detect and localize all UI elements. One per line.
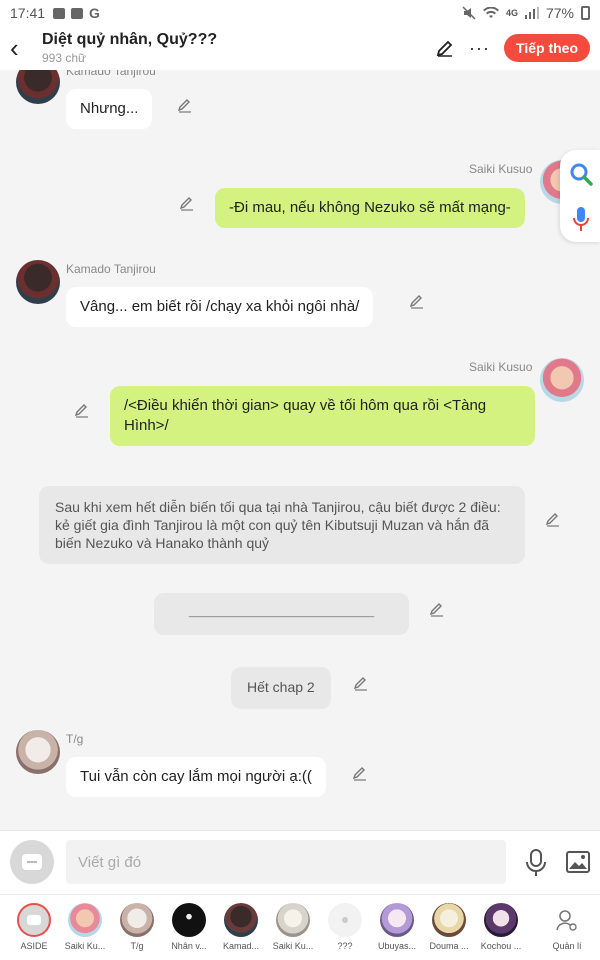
speaker-name: T/g: [66, 732, 84, 746]
signal-icon: [524, 7, 539, 19]
edit-message-icon[interactable]: [73, 401, 91, 419]
battery-percent: 77%: [545, 5, 574, 21]
character-name: Douma ...: [429, 941, 469, 951]
gallery-icon: [53, 7, 66, 19]
manage-characters-button[interactable]: Quản lí: [544, 903, 590, 951]
image-icon[interactable]: [566, 851, 590, 873]
chat-area[interactable]: Kamado Tanjirou Nhưng... Saiki Kusuo -Đi…: [0, 70, 600, 830]
character-item[interactable]: Saiki Ku...: [62, 903, 108, 951]
character-item[interactable]: Ubuyas...: [374, 903, 420, 951]
network-type: 4G: [505, 8, 518, 18]
character-name: Quản lí: [552, 941, 582, 951]
avatar[interactable]: [16, 730, 60, 774]
avatar: [380, 903, 414, 937]
character-name: Saiki Ku...: [272, 941, 314, 951]
edit-message-icon[interactable]: [408, 292, 426, 310]
character-aside[interactable]: ASIDE: [11, 903, 57, 951]
composer-bar: [0, 830, 600, 894]
speaker-name: Kamado Tanjirou: [66, 262, 156, 276]
message-bubble[interactable]: Nhưng...: [66, 89, 153, 129]
avatar[interactable]: [16, 260, 60, 304]
status-time: 17:41: [10, 5, 46, 21]
character-item[interactable]: ???: [322, 903, 368, 951]
bag-icon: [71, 7, 84, 19]
google-icon: G: [89, 5, 100, 21]
message-bubble[interactable]: Vâng... em biết rồi /chạy xa khỏi ngôi n…: [66, 287, 374, 327]
character-item[interactable]: Kamad...: [218, 903, 264, 951]
character-name: Ubuyas...: [377, 941, 417, 951]
aside-icon: [17, 903, 51, 937]
avatar: [172, 903, 206, 937]
character-bar: ASIDE Saiki Ku... T/g Nhân v... Kamad...…: [0, 894, 600, 960]
character-name: ASIDE: [20, 941, 48, 951]
word-count: 993 chữ: [42, 51, 87, 65]
search-icon[interactable]: [569, 162, 593, 186]
avatar: [120, 903, 154, 937]
avatar: [328, 903, 362, 937]
story-header: ‹ Diệt quỷ nhân, Quỷ??? 993 chữ ··· Tiếp…: [0, 26, 600, 70]
back-icon[interactable]: ‹: [10, 35, 40, 61]
narration-bubble[interactable]: Hết chap 2: [231, 667, 331, 709]
avatar[interactable]: [16, 70, 60, 104]
edit-message-icon[interactable]: [178, 194, 196, 212]
narration-bubble[interactable]: _____________________________________: [154, 593, 409, 635]
mute-icon: [462, 6, 476, 20]
avatar[interactable]: [540, 358, 584, 402]
narration-bubble[interactable]: Sau khi xem hết diễn biến tối qua tại nh…: [39, 486, 525, 564]
message-bubble[interactable]: /<Điều khiển thời gian> quay về tối hôm …: [110, 386, 535, 446]
message-input[interactable]: [66, 840, 506, 884]
manage-icon: [550, 903, 584, 937]
keyboard-icon: [22, 854, 42, 870]
edit-message-icon[interactable]: [351, 764, 369, 782]
keyboard-toggle-button[interactable]: [10, 840, 54, 884]
character-item[interactable]: Nhân v...: [166, 903, 212, 951]
message-bubble[interactable]: Tui vẫn còn cay lắm mọi người ạ:((: [66, 757, 326, 797]
speaker-name: Saiki Kusuo: [469, 360, 533, 374]
character-item[interactable]: Saiki Ku...: [270, 903, 316, 951]
speaker-name: Kamado Tanjirou: [66, 70, 156, 78]
status-bar: 17:41 G 4G 77%: [0, 0, 600, 26]
battery-icon: [581, 6, 590, 20]
character-name: ???: [337, 941, 353, 951]
avatar: [276, 903, 310, 937]
more-icon[interactable]: ···: [469, 38, 490, 59]
message-bubble[interactable]: -Đi mau, nếu không Nezuko sẽ mất mạng-: [215, 188, 525, 228]
edit-message-icon[interactable]: [428, 600, 446, 618]
voice-search-icon[interactable]: [573, 206, 589, 232]
character-name: T/g: [130, 941, 144, 951]
edit-icon[interactable]: [435, 38, 455, 58]
edit-message-icon[interactable]: [544, 510, 562, 528]
speaker-name: Saiki Kusuo: [469, 162, 533, 176]
divider-text: _____________________________________: [188, 607, 375, 617]
avatar: [432, 903, 466, 937]
wifi-icon: [482, 7, 499, 18]
edit-message-icon[interactable]: [176, 96, 194, 114]
character-item[interactable]: Douma ...: [426, 903, 472, 951]
edit-message-icon[interactable]: [352, 674, 370, 692]
character-name: Kamad...: [222, 941, 260, 951]
story-title: Diệt quỷ nhân, Quỷ???: [42, 31, 218, 48]
character-item[interactable]: T/g: [114, 903, 160, 951]
assistant-panel: [560, 150, 600, 242]
character-name: Kochou ...: [480, 941, 522, 951]
character-name: Nhân v...: [171, 941, 207, 951]
avatar: [224, 903, 258, 937]
next-button[interactable]: Tiếp theo: [504, 34, 590, 62]
microphone-icon[interactable]: [524, 849, 548, 877]
avatar: [484, 903, 518, 937]
character-name: Saiki Ku...: [64, 941, 106, 951]
avatar: [68, 903, 102, 937]
character-item[interactable]: Kochou ...: [478, 903, 524, 951]
